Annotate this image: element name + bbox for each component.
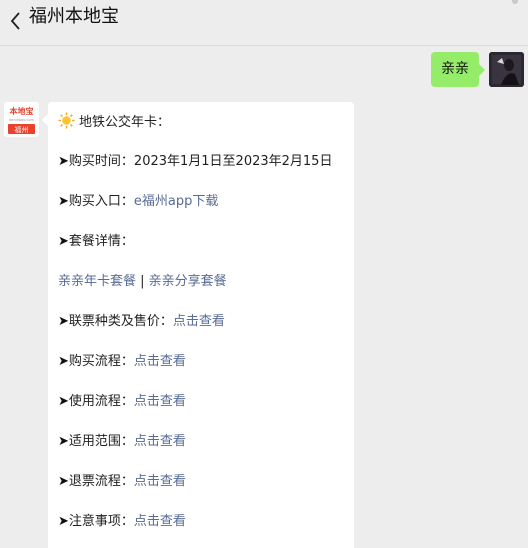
view-link[interactable]: 点击查看 xyxy=(134,514,186,529)
back-arrow-icon[interactable] xyxy=(7,10,25,32)
intro-line: 地铁公交年卡： xyxy=(58,112,170,132)
more-dot-icon[interactable] xyxy=(512,0,518,4)
incoming-message-bubble: 地铁公交年卡： ➤购买时间：2023年1月1日至2023年2月15日 ➤购买入口… xyxy=(42,102,354,548)
refund-process-line: ➤退票流程：点击查看 xyxy=(58,472,186,492)
view-link[interactable]: 点击查看 xyxy=(134,474,186,489)
purchase-time-line: ➤购买时间：2023年1月1日至2023年2月15日 xyxy=(58,152,332,172)
chat-title: 福州本地宝 xyxy=(29,6,119,27)
notes-line: ➤注意事项：点击查看 xyxy=(58,512,186,532)
view-link[interactable]: 点击查看 xyxy=(173,314,225,329)
sun-emoji-icon xyxy=(58,112,75,129)
arrow-icon: ➤ xyxy=(58,354,69,369)
arrow-icon: ➤ xyxy=(58,314,69,329)
package-links-line: 亲亲年卡套餐 | 亲亲分享套餐 xyxy=(58,272,227,292)
line-label: 注意事项： xyxy=(68,514,134,529)
line-label: 套餐详情： xyxy=(68,234,134,249)
line-label: 使用流程： xyxy=(68,394,134,409)
purchase-process-line: ➤购买流程：点击查看 xyxy=(58,352,186,372)
logo-text: 本地宝 xyxy=(9,106,34,116)
arrow-icon: ➤ xyxy=(58,194,69,209)
chat-header: 福州本地宝 xyxy=(0,0,528,46)
line-label: 退票流程： xyxy=(68,474,134,489)
line-label: 购买入口： xyxy=(68,194,134,209)
arrow-icon: ➤ xyxy=(58,514,69,529)
line-value: 2023年1月1日至2023年2月15日 xyxy=(133,154,333,169)
view-link[interactable]: 点击查看 xyxy=(134,394,186,409)
outgoing-message-bubble[interactable]: 亲亲 xyxy=(431,52,485,87)
app-download-link[interactable]: e福州app下载 xyxy=(134,194,218,209)
logo-sub: bendibao.com xyxy=(9,118,34,122)
line-label: 适用范围： xyxy=(68,434,134,449)
share-package-link[interactable]: 亲亲分享套餐 xyxy=(149,274,227,289)
arrow-icon: ➤ xyxy=(58,234,69,249)
line-label: 购买流程： xyxy=(68,354,134,369)
annual-package-link[interactable]: 亲亲年卡套餐 xyxy=(58,274,136,289)
usage-process-line: ➤使用流程：点击查看 xyxy=(58,392,186,412)
line-label: 购买时间： xyxy=(68,154,134,169)
package-details-line: ➤套餐详情： xyxy=(58,232,134,252)
link-separator: | xyxy=(136,274,149,289)
ticket-types-line: ➤联票种类及售价：点击查看 xyxy=(58,312,225,332)
arrow-icon: ➤ xyxy=(58,154,69,169)
user-avatar[interactable] xyxy=(489,52,524,87)
arrow-icon: ➤ xyxy=(58,434,69,449)
logo-city: 福州 xyxy=(15,125,29,134)
scope-line: ➤适用范围：点击查看 xyxy=(58,432,186,452)
intro-text: 地铁公交年卡： xyxy=(79,115,171,130)
view-link[interactable]: 点击查看 xyxy=(134,354,186,369)
arrow-icon: ➤ xyxy=(58,474,69,489)
view-link[interactable]: 点击查看 xyxy=(134,434,186,449)
line-label: 联票种类及售价： xyxy=(68,314,173,329)
purchase-entry-line: ➤购买入口：e福州app下载 xyxy=(58,192,218,212)
bendibao-logo-avatar[interactable]: 本地宝 bendibao.com 福州 xyxy=(4,102,39,137)
arrow-icon: ➤ xyxy=(58,394,69,409)
